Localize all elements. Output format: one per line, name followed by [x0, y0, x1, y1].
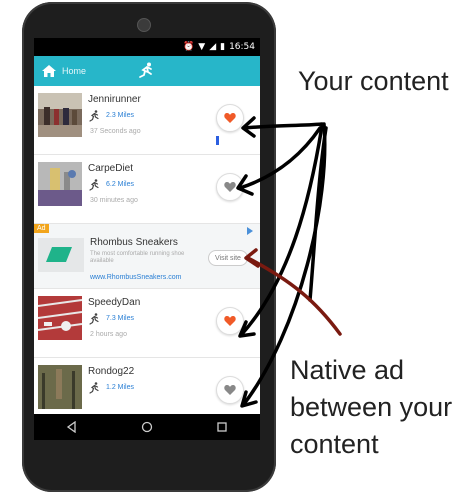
recents-icon[interactable] [216, 421, 228, 433]
annotation-line: content [290, 429, 379, 459]
timestamp: 2 hours ago [90, 331, 127, 338]
username[interactable]: CarpeDiet [88, 163, 133, 174]
runner-icon [89, 382, 99, 394]
like-button[interactable] [216, 173, 244, 201]
visit-site-button[interactable]: Visit site [208, 250, 248, 266]
like-button[interactable] [216, 307, 244, 335]
home-circle-icon[interactable] [141, 421, 153, 433]
heart-icon [224, 113, 236, 123]
username[interactable]: SpeedyDan [88, 297, 140, 308]
feed-item[interactable]: Rondog22 1.2 Miles [34, 358, 260, 414]
annotation-your-content: Your content [298, 66, 449, 96]
alarm-icon: ⏰ [183, 42, 195, 52]
heart-icon [224, 385, 236, 395]
activity-photo [38, 162, 82, 206]
annotation-native-ad: Native ad between your content [290, 352, 452, 463]
rhombus-logo [46, 247, 72, 262]
runner-icon [89, 110, 99, 122]
battery-icon: ▮ [220, 42, 226, 52]
activity-photo [38, 93, 82, 137]
username[interactable]: Rondog22 [88, 366, 134, 377]
annotation-line: Native ad [290, 355, 405, 385]
ad-title[interactable]: Rhombus Sneakers [90, 237, 178, 248]
ad-link[interactable]: www.RhombusSneakers.com [90, 274, 181, 281]
home-label[interactable]: Home [62, 66, 86, 76]
timestamp: 37 Seconds ago [90, 128, 141, 135]
status-bar: ⏰ ▼ ◢ ▮ 16:54 [34, 38, 260, 56]
runner-icon [139, 62, 152, 78]
android-nav-bar [34, 414, 260, 440]
heart-icon [224, 316, 236, 326]
like-indicator [216, 136, 219, 145]
distance-text: 2.3 Miles [106, 112, 135, 119]
phone-speaker [137, 18, 151, 32]
ad-image[interactable] [38, 238, 84, 272]
signal-icon: ◢ [209, 42, 217, 52]
distance-text: 7.3 Miles [106, 315, 135, 322]
like-button[interactable] [216, 376, 244, 404]
app-screen: ⏰ ▼ ◢ ▮ 16:54 Home Jennirunner 2.3 Miles… [34, 38, 260, 414]
ad-description: The most comfortable running shoe availa… [90, 251, 185, 264]
like-button[interactable] [216, 104, 244, 132]
ad-badge: Ad [34, 224, 49, 233]
username[interactable]: Jennirunner [88, 94, 141, 105]
status-time: 16:54 [229, 42, 255, 52]
distance-text: 1.2 Miles [106, 384, 135, 391]
runner-icon [89, 179, 99, 191]
native-ad[interactable]: Ad Rhombus Sneakers The most comfortable… [34, 224, 260, 289]
annotation-line: between your [290, 392, 453, 422]
feed-item[interactable]: SpeedyDan 7.3 Miles 2 hours ago [34, 289, 260, 358]
activity-photo [38, 365, 82, 409]
ad-choices-icon[interactable] [246, 227, 254, 235]
activity-photo [38, 296, 82, 340]
back-icon[interactable] [66, 421, 78, 433]
feed-item[interactable]: CarpeDiet 6.2 Miles 30 minutes ago [34, 155, 260, 224]
feed-item[interactable]: Jennirunner 2.3 Miles 37 Seconds ago [34, 86, 260, 155]
timestamp: 30 minutes ago [90, 197, 138, 204]
runner-icon [89, 313, 99, 325]
app-bar: Home [34, 56, 260, 86]
wifi-icon: ▼ [198, 42, 206, 52]
distance-text: 6.2 Miles [106, 181, 135, 188]
heart-icon [224, 182, 236, 192]
home-icon[interactable] [42, 65, 56, 77]
